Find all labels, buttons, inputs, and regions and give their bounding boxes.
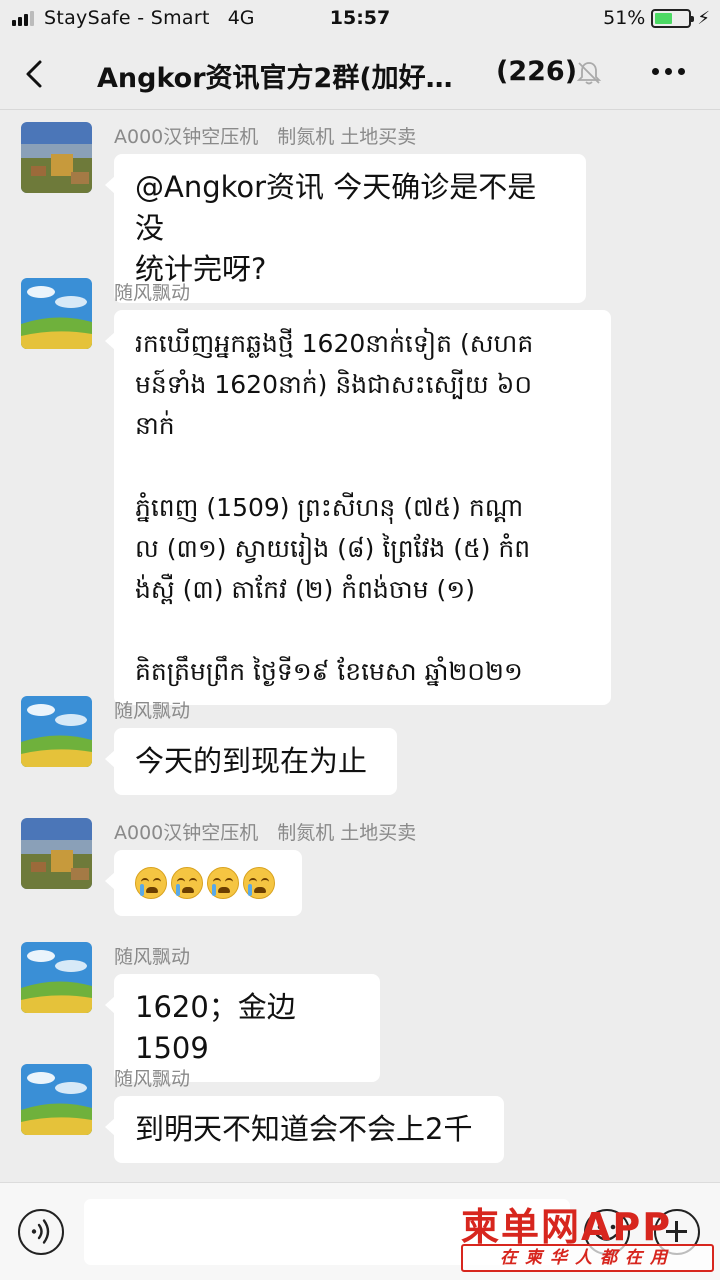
message-text-line: ភ្នំពេញ (1509) ព្រះសីហនុ (៧៥) កណ្តា (135, 493, 524, 522)
sender-name: 随风飘动 (114, 700, 191, 722)
battery-fill (655, 12, 672, 24)
mute-bell-icon (576, 62, 602, 85)
emoji-row (135, 867, 281, 899)
chat-title: Angkor资讯官方2群(加好… (97, 63, 453, 94)
sender-name: 随风飘动 (114, 1068, 191, 1090)
charging-icon: ⚡ (697, 7, 710, 29)
chat-area[interactable]: A000汉钟空压机 制氮机 土地买卖 @Angkor资讯 今天确诊是不是没 统计… (0, 110, 720, 1182)
battery-icon (651, 8, 695, 28)
crying-face-icon (243, 867, 275, 899)
nav-bar: Angkor资讯官方2群(加好… (226) (0, 38, 720, 110)
avatar[interactable] (21, 122, 92, 193)
watermark-tagline: 在柬华人都在用 (461, 1244, 714, 1272)
message-text-line: 统计完呀? (135, 252, 267, 286)
message-text-line: @Angkor资讯 今天确诊是不是没 (135, 170, 537, 245)
message-bubble[interactable]: 今天的到现在为止 (105, 728, 397, 795)
sky-field-avatar (21, 1064, 92, 1135)
message-text: 到明天不知道会不会上2千 (135, 1112, 473, 1146)
sender-name: 随风飘动 (114, 282, 191, 304)
sender-name: 随风飘动 (114, 946, 191, 968)
sky-field-avatar (21, 278, 92, 349)
message-bubble[interactable] (105, 850, 302, 916)
message-text-line: ល (៣១) ស្វាយរៀង (៨) ព្រៃវែង (៥) កំព (135, 534, 531, 563)
status-right: 51% ⚡ (603, 7, 710, 29)
back-arrow-icon[interactable] (20, 58, 52, 90)
battery-percent: 51% (603, 7, 646, 29)
message-text: 1620；金边1509 (135, 990, 296, 1065)
status-bar: StaySafe - Smart 4G 15:57 51% ⚡ (0, 0, 720, 38)
sender-name: A000汉钟空压机 制氮机 土地买卖 (114, 126, 417, 148)
crying-face-icon (135, 867, 167, 899)
message-text-line: ង់ស្ពឺ (៣) តាកែវ (២) កំពង់ចាម (១) (135, 575, 475, 604)
sky-field-avatar (21, 942, 92, 1013)
avatar[interactable] (21, 818, 92, 889)
member-count: (226) (496, 56, 578, 87)
voice-input-button[interactable] (18, 1209, 64, 1255)
message-text-line: គិតត្រឹមព្រឹក ថ្ងៃទី១៩ ខែមេសា ឆ្នាំ២០២១ (135, 657, 523, 686)
avatar[interactable] (21, 942, 92, 1013)
crying-face-icon (207, 867, 239, 899)
avatar[interactable] (21, 1064, 92, 1135)
message-text-line: នាក់ (135, 411, 175, 440)
landscape-town-avatar (21, 122, 92, 193)
sky-field-avatar (21, 696, 92, 767)
avatar[interactable] (21, 696, 92, 767)
message-text-line: មន៍ទាំង 1620នាក់) និងជាសះស្បើយ ៦០ (135, 370, 533, 399)
crying-face-icon (171, 867, 203, 899)
message-bubble[interactable]: 到明天不知道会不会上2千 (105, 1096, 504, 1163)
watermark-logo: 柬单网APP (461, 1205, 673, 1249)
more-options-icon[interactable] (652, 68, 685, 75)
message-text: 今天的到现在为止 (135, 744, 368, 778)
landscape-town-avatar (21, 818, 92, 889)
sender-name: A000汉钟空压机 制氮机 土地买卖 (114, 822, 417, 844)
voice-wave-icon (31, 1219, 50, 1244)
avatar[interactable] (21, 278, 92, 349)
message-text-line: រកឃើញអ្នកឆ្លងថ្មី 1620នាក់ទៀត (សហគ (135, 329, 534, 358)
message-bubble[interactable]: រកឃើញអ្នកឆ្លងថ្មី 1620នាក់ទៀត (សហគ មន៍ទា… (105, 310, 611, 705)
watermark: 柬单网APP 在柬华人都在用 (461, 1196, 717, 1276)
